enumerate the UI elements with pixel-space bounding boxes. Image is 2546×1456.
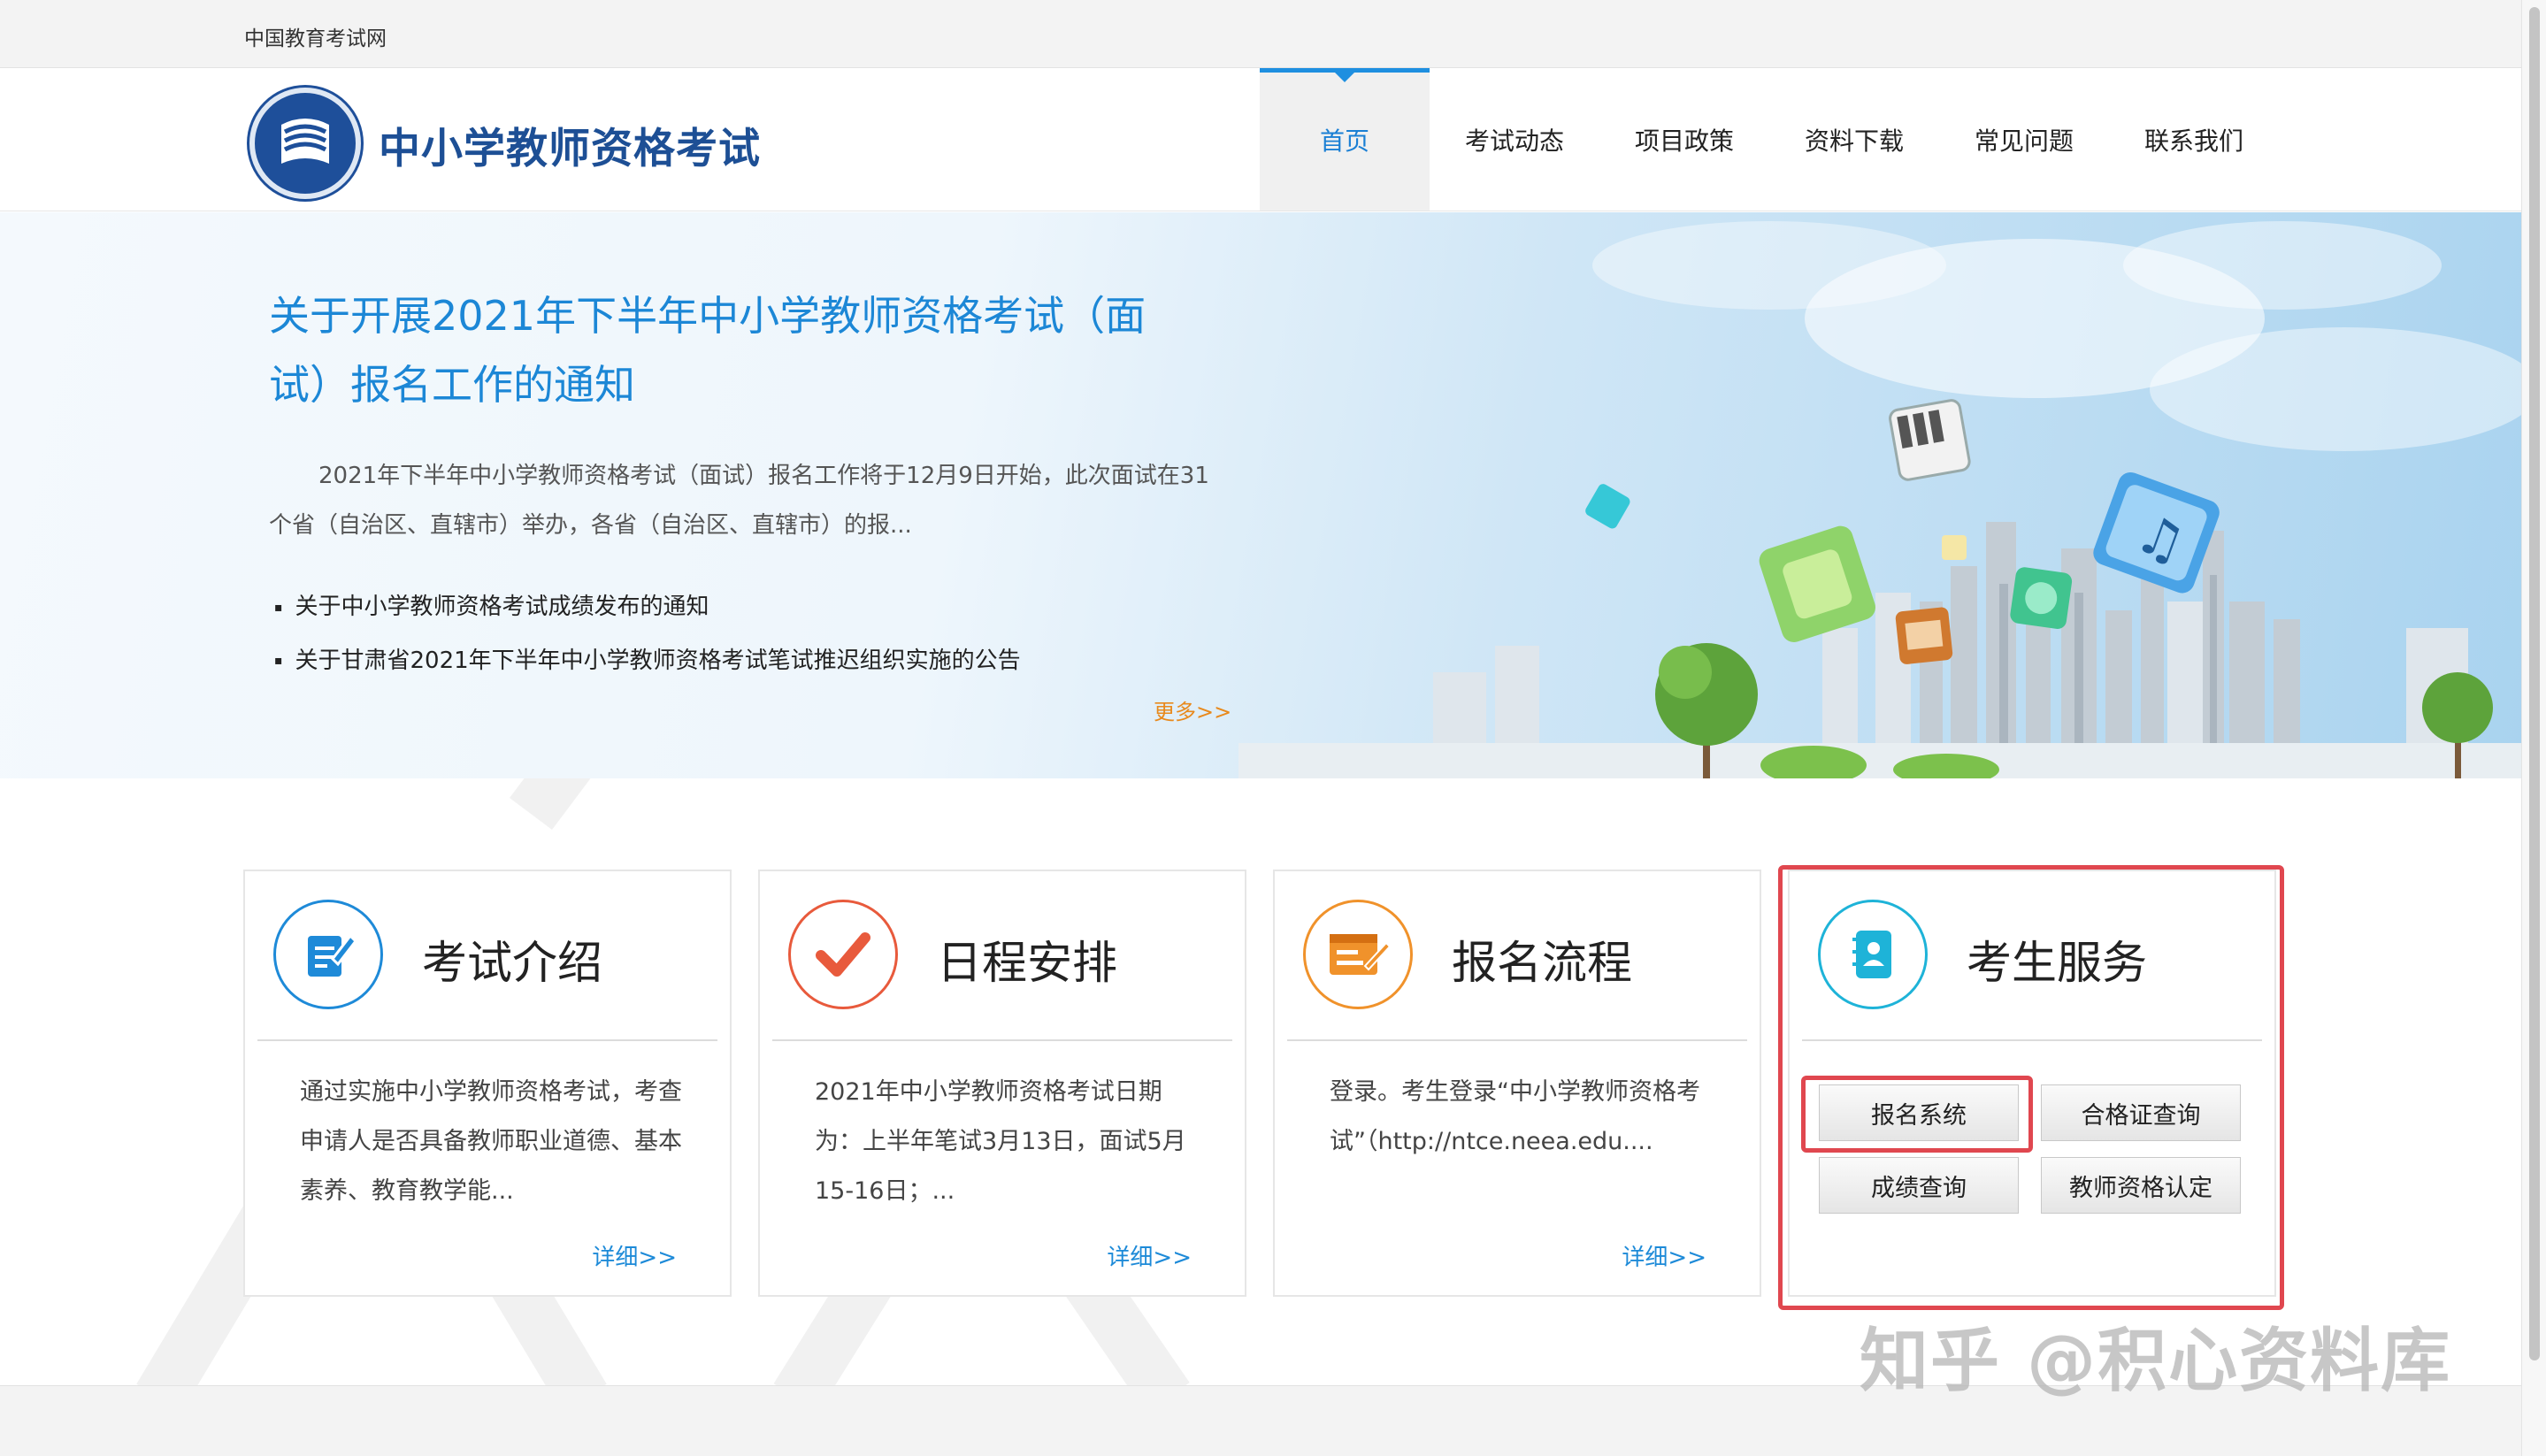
main-nav: 首页 考试动态 项目政策 资料下载 常见问题 联系我们 — [1260, 68, 2279, 211]
nav-exam-news[interactable]: 考试动态 — [1430, 68, 1599, 211]
vertical-scrollbar[interactable] — [2521, 0, 2546, 1456]
news-item-gansu-delay[interactable]: 关于甘肃省2021年下半年中小学教师资格考试笔试推迟组织实施的公告 — [274, 634, 1021, 688]
form-pen-icon — [1303, 900, 1413, 1009]
headline-link[interactable]: 关于开展2021年下半年中小学教师资格考试（面试）报名工作的通知 — [269, 281, 1207, 419]
card-title: 考试介绍 — [422, 938, 603, 990]
watermark-text: 知乎 @积心资料库 — [1860, 1322, 2452, 1401]
card-description: 2021年中小学教师资格考试日期为：上半年笔试3月13日，面试5月15-16日；… — [815, 1078, 1186, 1205]
card-detail-link[interactable]: 详细>> — [1622, 1239, 1706, 1272]
logo-emblem-icon[interactable] — [249, 88, 361, 199]
document-edit-icon — [273, 900, 383, 1009]
scrollbar-thumb[interactable] — [2529, 7, 2540, 1360]
news-list: 关于中小学教师资格考试成绩发布的通知 关于甘肃省2021年下半年中小学教师资格考… — [274, 580, 1021, 687]
news-item-score-release[interactable]: 关于中小学教师资格考试成绩发布的通知 — [274, 580, 1021, 634]
card-detail-link[interactable]: 详细>> — [1107, 1239, 1192, 1272]
card-registration-process[interactable]: 报名流程 登录。考生登录“中小学教师资格考试”（http://ntce.neea… — [1273, 870, 1761, 1297]
site-name-link[interactable]: 中国教育考试网 — [244, 21, 387, 51]
nav-faq[interactable]: 常见问题 — [1939, 68, 2109, 211]
card-description: 登录。考生登录“中小学教师资格考试”（http://ntce.neea.edu.… — [1330, 1078, 1700, 1155]
nav-policy[interactable]: 项目政策 — [1599, 68, 1769, 211]
card-divider — [772, 1039, 1232, 1041]
card-exam-intro[interactable]: 考试介绍 通过实施中小学教师资格考试，考查申请人是否具备教师职业道德、基本素养、… — [243, 870, 732, 1297]
brand-title[interactable]: 中小学教师资格考试 — [379, 114, 761, 175]
card-title: 报名流程 — [1452, 938, 1633, 990]
headline-summary: 2021年下半年中小学教师资格考试（面试）报名工作将于12月9日开始，此次面试在… — [269, 463, 1209, 539]
card-divider — [257, 1039, 717, 1041]
more-news-link[interactable]: 更多>> — [1154, 694, 1231, 725]
book-emblem-icon — [281, 119, 329, 164]
card-detail-link[interactable]: 详细>> — [592, 1239, 677, 1272]
news-banner: ♫ 关于开展2021年下半年中小学教师资格考试（面试）报名工作的通知 2021年… — [0, 212, 2521, 778]
card-schedule[interactable]: 日程安排 2021年中小学教师资格考试日期为：上半年笔试3月13日，面试5月15… — [758, 870, 1246, 1297]
highlight-registration-box — [1801, 1076, 2033, 1153]
nav-downloads[interactable]: 资料下载 — [1769, 68, 1939, 211]
card-divider — [1287, 1039, 1747, 1041]
card-description: 通过实施中小学教师资格考试，考查申请人是否具备教师职业道德、基本素养、教育教学能… — [300, 1078, 682, 1205]
site-header: 中小学教师资格考试 首页 考试动态 项目政策 资料下载 常见问题 联系我们 — [0, 68, 2521, 211]
nav-contact[interactable]: 联系我们 — [2109, 68, 2279, 211]
top-strip: 中国教育考试网 — [0, 0, 2521, 68]
checkmark-icon — [788, 900, 898, 1009]
card-title: 日程安排 — [937, 938, 1118, 990]
nav-home[interactable]: 首页 — [1260, 68, 1430, 211]
